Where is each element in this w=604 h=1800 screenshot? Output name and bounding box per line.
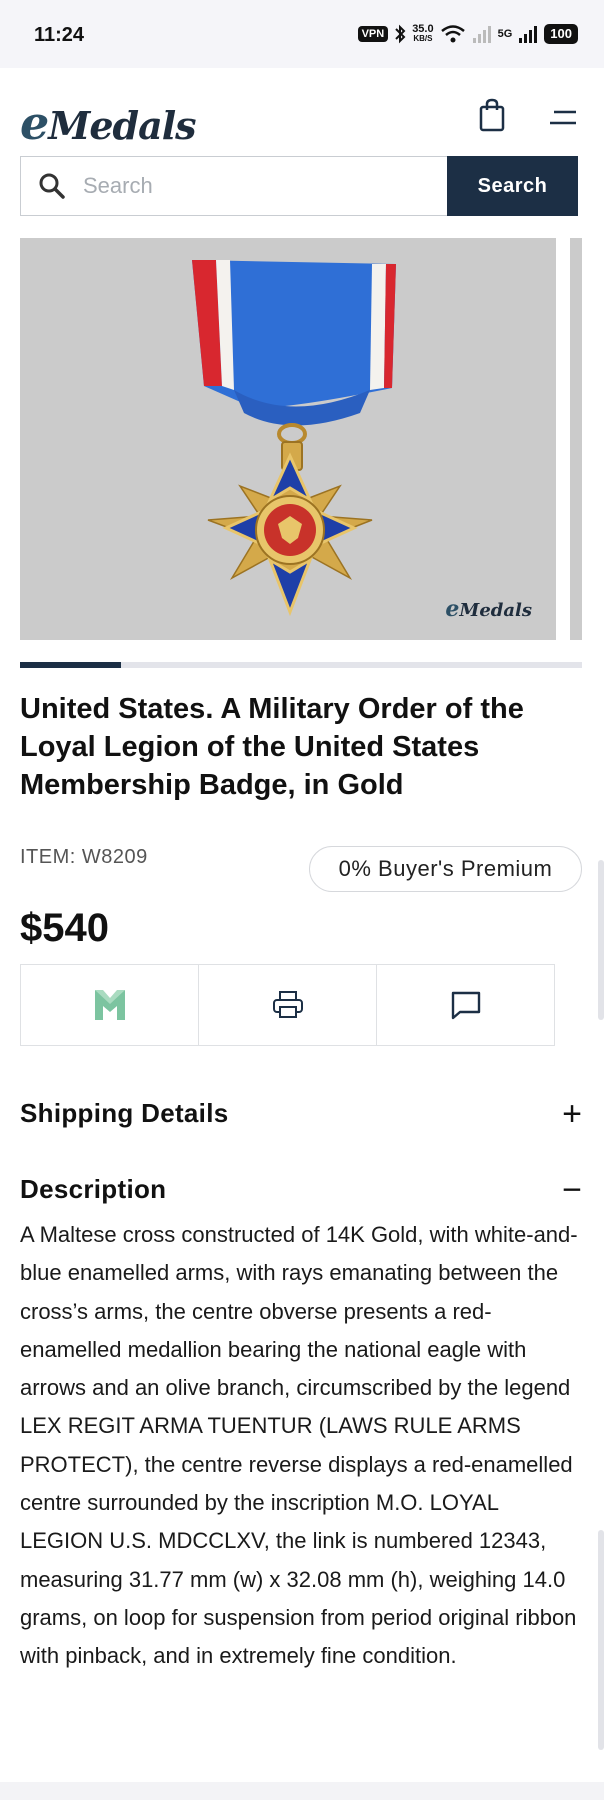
printer-icon [272,991,303,1018]
print-button[interactable] [199,965,377,1045]
scroll-indicator-lower [598,1530,604,1750]
item-id: ITEM: W8209 [20,846,148,868]
bottom-bar [0,1782,604,1800]
search-input[interactable] [83,173,423,199]
status-time: 11:24 [34,24,85,46]
gallery-progress [20,662,582,668]
wifi-icon [440,25,465,43]
next-image-peek[interactable] [570,238,582,640]
signal-weak-icon [472,26,491,43]
emedals-logo[interactable]: eMedals [20,96,197,150]
speed-unit: KB/S [413,34,433,43]
product-image-gallery[interactable]: eMedals [20,238,556,640]
message-button[interactable] [377,965,554,1045]
search-icon [39,173,65,199]
signal-strong-icon [519,26,538,43]
search-field[interactable] [20,156,447,216]
network-type: 5G [497,28,513,40]
m-logo-icon [94,990,125,1020]
product-title: United States. A Military Order of the L… [20,693,524,801]
shipping-details-label: Shipping Details [20,1098,229,1128]
menu-icon[interactable] [548,108,578,128]
gallery-watermark: eMedals [445,596,532,622]
battery-level: 100 [544,24,578,44]
collapse-icon[interactable]: − [562,1173,582,1207]
logo-text: Medals [48,103,196,148]
action-buttons [20,964,555,1046]
product-price: $540 [20,906,109,950]
gallery-progress-fill [20,662,122,668]
description-header[interactable]: Description − [20,1173,582,1207]
buyers-premium-badge: 0% Buyer's Premium [309,846,582,892]
description-text: A Maltese cross constructed of 14K Gold,… [20,1222,578,1669]
watermark-text: Medals [459,600,532,621]
shipping-details-header[interactable]: Shipping Details + [20,1097,582,1131]
shopping-bag-icon[interactable] [478,98,506,132]
bluetooth-icon [395,24,406,44]
description-label: Description [20,1174,167,1204]
watermark-e: e [445,596,460,622]
status-bar: 11:24 VPN 35.0 KB/S 5G 100 [0,0,604,68]
m-logo-button[interactable] [21,965,199,1045]
scroll-indicator-upper [598,860,604,1020]
site-header: eMedals [0,68,604,156]
network-speed: 35.0 KB/S [412,24,433,44]
expand-icon[interactable]: + [562,1097,582,1131]
search-bar: Search [20,156,578,216]
vpn-badge: VPN [357,26,389,42]
chat-icon [451,991,480,1020]
status-icons: VPN 35.0 KB/S 5G 100 [357,24,578,44]
logo-e: e [20,96,49,150]
search-button[interactable]: Search [447,156,578,216]
medal-image [192,260,396,617]
